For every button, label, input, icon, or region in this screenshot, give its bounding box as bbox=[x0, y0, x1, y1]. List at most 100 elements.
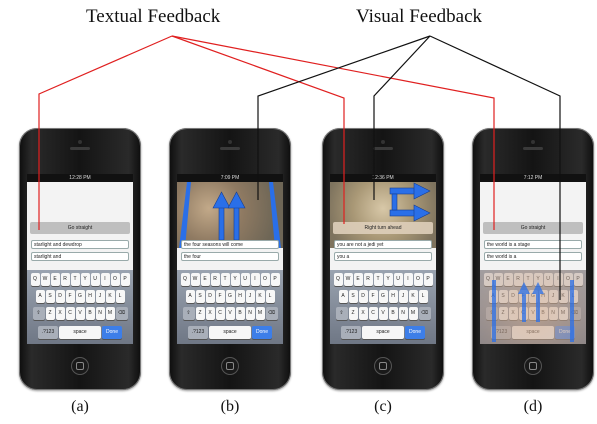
key-l[interactable]: L bbox=[115, 290, 125, 303]
key-q[interactable]: Q bbox=[30, 273, 40, 286]
number-key[interactable]: .?123 bbox=[341, 326, 361, 339]
key-c[interactable]: C bbox=[368, 307, 378, 320]
key-d[interactable]: D bbox=[358, 290, 368, 303]
key-y[interactable]: Y bbox=[80, 273, 90, 286]
typed-text-field[interactable]: the four bbox=[181, 252, 279, 261]
key-g[interactable]: G bbox=[378, 290, 388, 303]
key-b[interactable]: B bbox=[388, 307, 398, 320]
key-f[interactable]: F bbox=[368, 290, 378, 303]
key-m[interactable]: M bbox=[408, 307, 418, 320]
key-z[interactable]: Z bbox=[45, 307, 55, 320]
key-p[interactable]: P bbox=[270, 273, 280, 286]
key-d[interactable]: D bbox=[205, 290, 215, 303]
done-key[interactable]: Done bbox=[405, 326, 425, 339]
key-a[interactable]: A bbox=[338, 290, 348, 303]
key-e[interactable]: E bbox=[50, 273, 60, 286]
key-x[interactable]: X bbox=[205, 307, 215, 320]
key-c[interactable]: C bbox=[65, 307, 75, 320]
key-f[interactable]: F bbox=[65, 290, 75, 303]
key-x[interactable]: X bbox=[55, 307, 65, 320]
key-k[interactable]: K bbox=[105, 290, 115, 303]
key-b[interactable]: B bbox=[235, 307, 245, 320]
key-l[interactable]: L bbox=[265, 290, 275, 303]
typed-text-field[interactable]: you a bbox=[334, 252, 432, 261]
key-i[interactable]: I bbox=[250, 273, 260, 286]
key-k[interactable]: K bbox=[408, 290, 418, 303]
key-m[interactable]: M bbox=[105, 307, 115, 320]
delete-key[interactable]: ⌫ bbox=[418, 307, 431, 320]
key-z[interactable]: Z bbox=[195, 307, 205, 320]
key-p[interactable]: P bbox=[120, 273, 130, 286]
key-r[interactable]: R bbox=[363, 273, 373, 286]
key-e[interactable]: E bbox=[200, 273, 210, 286]
key-e[interactable]: E bbox=[353, 273, 363, 286]
key-s[interactable]: S bbox=[45, 290, 55, 303]
key-w[interactable]: W bbox=[343, 273, 353, 286]
key-k[interactable]: K bbox=[255, 290, 265, 303]
shift-key[interactable]: ⇧ bbox=[182, 307, 195, 320]
key-m[interactable]: M bbox=[255, 307, 265, 320]
delete-key[interactable]: ⌫ bbox=[115, 307, 128, 320]
key-r[interactable]: R bbox=[210, 273, 220, 286]
key-o[interactable]: O bbox=[260, 273, 270, 286]
number-key[interactable]: .?123 bbox=[188, 326, 208, 339]
home-button[interactable] bbox=[524, 357, 542, 375]
key-y[interactable]: Y bbox=[230, 273, 240, 286]
key-v[interactable]: V bbox=[378, 307, 388, 320]
typed-text-field[interactable]: starlight and bbox=[31, 252, 129, 261]
key-g[interactable]: G bbox=[225, 290, 235, 303]
key-o[interactable]: O bbox=[110, 273, 120, 286]
key-f[interactable]: F bbox=[215, 290, 225, 303]
home-button[interactable] bbox=[374, 357, 392, 375]
key-y[interactable]: Y bbox=[383, 273, 393, 286]
key-x[interactable]: X bbox=[358, 307, 368, 320]
key-n[interactable]: N bbox=[245, 307, 255, 320]
space-key[interactable]: space bbox=[209, 326, 251, 339]
space-key[interactable]: space bbox=[362, 326, 404, 339]
key-u[interactable]: U bbox=[240, 273, 250, 286]
typed-text-field[interactable]: the world is a bbox=[484, 252, 582, 261]
key-d[interactable]: D bbox=[55, 290, 65, 303]
key-u[interactable]: U bbox=[393, 273, 403, 286]
key-a[interactable]: A bbox=[185, 290, 195, 303]
key-h[interactable]: H bbox=[85, 290, 95, 303]
key-h[interactable]: H bbox=[235, 290, 245, 303]
key-q[interactable]: Q bbox=[180, 273, 190, 286]
home-button[interactable] bbox=[71, 357, 89, 375]
delete-key[interactable]: ⌫ bbox=[265, 307, 278, 320]
key-a[interactable]: A bbox=[35, 290, 45, 303]
key-n[interactable]: N bbox=[398, 307, 408, 320]
key-h[interactable]: H bbox=[388, 290, 398, 303]
key-j[interactable]: J bbox=[245, 290, 255, 303]
done-key[interactable]: Done bbox=[102, 326, 122, 339]
key-s[interactable]: S bbox=[348, 290, 358, 303]
key-t[interactable]: T bbox=[70, 273, 80, 286]
key-w[interactable]: W bbox=[40, 273, 50, 286]
key-s[interactable]: S bbox=[195, 290, 205, 303]
key-w[interactable]: W bbox=[190, 273, 200, 286]
done-key[interactable]: Done bbox=[252, 326, 272, 339]
key-l[interactable]: L bbox=[418, 290, 428, 303]
key-v[interactable]: V bbox=[75, 307, 85, 320]
key-j[interactable]: J bbox=[398, 290, 408, 303]
key-c[interactable]: C bbox=[215, 307, 225, 320]
key-i[interactable]: I bbox=[403, 273, 413, 286]
key-j[interactable]: J bbox=[95, 290, 105, 303]
key-r[interactable]: R bbox=[60, 273, 70, 286]
key-q[interactable]: Q bbox=[333, 273, 343, 286]
key-p[interactable]: P bbox=[423, 273, 433, 286]
key-o[interactable]: O bbox=[413, 273, 423, 286]
key-b[interactable]: B bbox=[85, 307, 95, 320]
shift-key[interactable]: ⇧ bbox=[335, 307, 348, 320]
key-t[interactable]: T bbox=[373, 273, 383, 286]
key-i[interactable]: I bbox=[100, 273, 110, 286]
key-u[interactable]: U bbox=[90, 273, 100, 286]
key-z[interactable]: Z bbox=[348, 307, 358, 320]
shift-key[interactable]: ⇧ bbox=[32, 307, 45, 320]
home-button[interactable] bbox=[221, 357, 239, 375]
number-key[interactable]: .?123 bbox=[38, 326, 58, 339]
key-g[interactable]: G bbox=[75, 290, 85, 303]
key-v[interactable]: V bbox=[225, 307, 235, 320]
key-t[interactable]: T bbox=[220, 273, 230, 286]
key-n[interactable]: N bbox=[95, 307, 105, 320]
